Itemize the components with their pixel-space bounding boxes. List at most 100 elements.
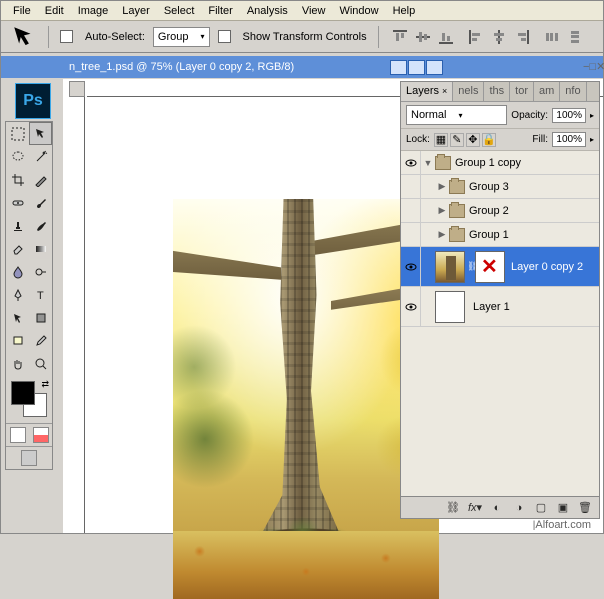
- marquee-tool[interactable]: [6, 122, 29, 145]
- menu-file[interactable]: File: [7, 3, 37, 18]
- tab-layers[interactable]: Layers×: [401, 82, 453, 101]
- caret-down-icon[interactable]: ▸: [590, 135, 594, 144]
- visibility-toggle[interactable]: [401, 287, 421, 326]
- menu-window[interactable]: Window: [333, 3, 384, 18]
- layer-name[interactable]: Group 1: [469, 229, 509, 241]
- shape-tool[interactable]: [29, 306, 52, 329]
- maximize-button[interactable]: [408, 60, 425, 75]
- eyedropper-tool[interactable]: [29, 329, 52, 352]
- screen-mode-icon[interactable]: [21, 450, 37, 466]
- show-transform-checkbox[interactable]: [218, 30, 231, 43]
- visibility-toggle[interactable]: [401, 151, 421, 174]
- menu-image[interactable]: Image: [72, 3, 115, 18]
- visibility-toggle[interactable]: [401, 247, 421, 286]
- layer-name[interactable]: Group 3: [469, 181, 509, 193]
- align-right-icon[interactable]: [512, 28, 532, 46]
- tab-paths[interactable]: ths: [484, 82, 510, 101]
- color-swatches[interactable]: ⇄: [9, 379, 49, 419]
- brush-tool[interactable]: [29, 191, 52, 214]
- history-brush-tool[interactable]: [29, 214, 52, 237]
- type-tool[interactable]: T: [29, 283, 52, 306]
- lock-transparency-icon[interactable]: ▦: [434, 133, 448, 147]
- layer-thumbnail[interactable]: [435, 291, 465, 323]
- menu-help[interactable]: Help: [387, 3, 422, 18]
- align-bottom-icon[interactable]: [436, 28, 456, 46]
- blur-tool[interactable]: [6, 260, 29, 283]
- align-top-icon[interactable]: [390, 28, 410, 46]
- tab-histogram[interactable]: am: [534, 82, 560, 101]
- layer-thumbnail[interactable]: [435, 251, 465, 283]
- path-select-tool[interactable]: [6, 306, 29, 329]
- stamp-tool[interactable]: [6, 214, 29, 237]
- quick-mask-icon[interactable]: [33, 427, 49, 443]
- ruler-vertical[interactable]: [69, 81, 85, 533]
- menu-view[interactable]: View: [296, 3, 332, 18]
- move-tool-icon[interactable]: [11, 26, 37, 48]
- close-icon[interactable]: ×: [442, 86, 447, 96]
- layer-row-group2[interactable]: ▶ Group 2: [401, 199, 599, 223]
- menu-analysis[interactable]: Analysis: [241, 3, 294, 18]
- blend-mode-combo[interactable]: Normal▾: [406, 105, 507, 125]
- close-window-button[interactable]: [426, 60, 443, 75]
- wand-tool[interactable]: [29, 145, 52, 168]
- opacity-field[interactable]: 100%: [552, 108, 586, 123]
- layer-name[interactable]: Group 1 copy: [455, 157, 521, 169]
- layer-name[interactable]: Layer 1: [473, 301, 510, 313]
- panel-close-icon[interactable]: −□✕: [583, 60, 597, 74]
- zoom-tool[interactable]: [29, 352, 52, 375]
- link-layers-icon[interactable]: ⛓: [445, 500, 461, 516]
- menu-edit[interactable]: Edit: [39, 3, 70, 18]
- visibility-toggle[interactable]: [401, 199, 421, 222]
- document-titlebar[interactable]: n_tree_1.psd @ 75% (Layer 0 copy 2, RGB/…: [1, 56, 603, 78]
- distribute-v-icon[interactable]: [565, 28, 585, 46]
- heal-tool[interactable]: [6, 191, 29, 214]
- crop-tool[interactable]: [6, 168, 29, 191]
- mask-link-icon[interactable]: ⛓: [467, 261, 475, 272]
- new-layer-icon[interactable]: ▣: [555, 500, 571, 516]
- swap-colors-icon[interactable]: ⇄: [41, 379, 49, 390]
- adjustment-layer-icon[interactable]: ◑: [511, 500, 527, 516]
- foreground-color[interactable]: [11, 381, 35, 405]
- disclosure-triangle-icon[interactable]: ▶: [439, 229, 446, 240]
- disclosure-triangle-icon[interactable]: ▼: [424, 158, 433, 168]
- caret-down-icon[interactable]: ▸: [590, 111, 594, 120]
- slice-tool[interactable]: [29, 168, 52, 191]
- layer-name[interactable]: Layer 0 copy 2: [511, 261, 583, 273]
- align-vcenter-icon[interactable]: [413, 28, 433, 46]
- distribute-h-icon[interactable]: [542, 28, 562, 46]
- hand-tool[interactable]: [6, 352, 29, 375]
- visibility-toggle[interactable]: [401, 175, 421, 198]
- align-hcenter-icon[interactable]: [489, 28, 509, 46]
- layer-style-icon[interactable]: fx▾: [467, 500, 483, 516]
- mask-thumbnail[interactable]: [475, 251, 505, 283]
- menu-filter[interactable]: Filter: [202, 3, 238, 18]
- layer-name[interactable]: Group 2: [469, 205, 509, 217]
- layer-row-group3[interactable]: ▶ Group 3: [401, 175, 599, 199]
- auto-select-checkbox[interactable]: [60, 30, 73, 43]
- lasso-tool[interactable]: [6, 145, 29, 168]
- tab-info[interactable]: nfo: [560, 82, 586, 101]
- dodge-tool[interactable]: [29, 260, 52, 283]
- disclosure-triangle-icon[interactable]: ▶: [439, 181, 446, 192]
- standard-mode-icon[interactable]: [10, 427, 26, 443]
- menu-layer[interactable]: Layer: [116, 3, 156, 18]
- eraser-tool[interactable]: [6, 237, 29, 260]
- menu-select[interactable]: Select: [158, 3, 201, 18]
- delete-layer-icon[interactable]: 🗑: [577, 500, 593, 516]
- layer-row-layer1[interactable]: Layer 1: [401, 287, 599, 327]
- notes-tool[interactable]: [6, 329, 29, 352]
- disclosure-triangle-icon[interactable]: ▶: [439, 205, 446, 216]
- gradient-tool[interactable]: [29, 237, 52, 260]
- new-group-icon[interactable]: ▢: [533, 500, 549, 516]
- minimize-button[interactable]: [390, 60, 407, 75]
- lock-position-icon[interactable]: ✥: [466, 133, 480, 147]
- move-tool[interactable]: [29, 122, 52, 145]
- layer-mask-icon[interactable]: ◐: [489, 500, 505, 516]
- align-left-icon[interactable]: [466, 28, 486, 46]
- visibility-toggle[interactable]: [401, 223, 421, 246]
- layer-row-group1copy[interactable]: ▼ Group 1 copy: [401, 151, 599, 175]
- tab-channels[interactable]: nels: [453, 82, 484, 101]
- layer-row-layer0copy2[interactable]: ⛓ Layer 0 copy 2: [401, 247, 599, 287]
- pen-tool[interactable]: [6, 283, 29, 306]
- fill-field[interactable]: 100%: [552, 132, 586, 147]
